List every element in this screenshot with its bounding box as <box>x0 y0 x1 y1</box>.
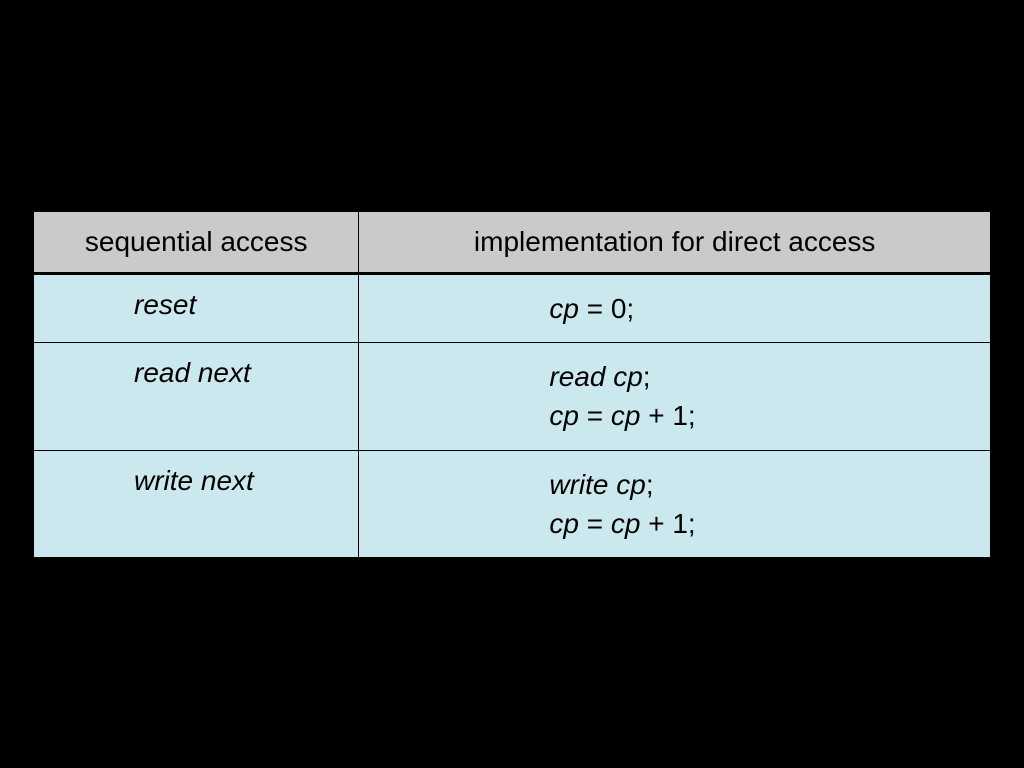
var-cp: cp <box>616 469 646 500</box>
var-cp: cp <box>549 293 579 324</box>
table-row: write next write cp; cp = cp + 1; <box>34 450 991 557</box>
table-row: reset cp = 0; <box>34 274 991 343</box>
text-segment: = <box>579 400 611 431</box>
text-segment: = 0; <box>579 293 634 324</box>
text-segment: ; <box>643 361 651 392</box>
header-implementation-direct: implementation for direct access <box>359 211 991 274</box>
text-segment: = <box>579 508 611 539</box>
var-cp: cp <box>549 400 579 431</box>
impl-cell-reset: cp = 0; <box>359 274 991 343</box>
text-segment: + 1; <box>640 400 695 431</box>
impl-cell-read-next: read cp; cp = cp + 1; <box>359 343 991 450</box>
op-write: write <box>549 469 616 500</box>
impl-cell-write-next: write cp; cp = cp + 1; <box>359 450 991 557</box>
var-cp: cp <box>611 508 641 539</box>
var-cp: cp <box>549 508 579 539</box>
table-row: read next read cp; cp = cp + 1; <box>34 343 991 450</box>
op-read: read <box>549 361 613 392</box>
seq-cell-reset: reset <box>34 274 359 343</box>
header-sequential-access: sequential access <box>34 211 359 274</box>
access-method-table-container: sequential access implementation for dir… <box>32 209 992 559</box>
table-header-row: sequential access implementation for dir… <box>34 211 991 274</box>
seq-cell-write-next: write next <box>34 450 359 557</box>
var-cp: cp <box>613 361 643 392</box>
var-cp: cp <box>611 400 641 431</box>
text-segment: ; <box>646 469 654 500</box>
seq-cell-read-next: read next <box>34 343 359 450</box>
text-segment: + 1; <box>640 508 695 539</box>
access-method-table: sequential access implementation for dir… <box>33 210 991 558</box>
